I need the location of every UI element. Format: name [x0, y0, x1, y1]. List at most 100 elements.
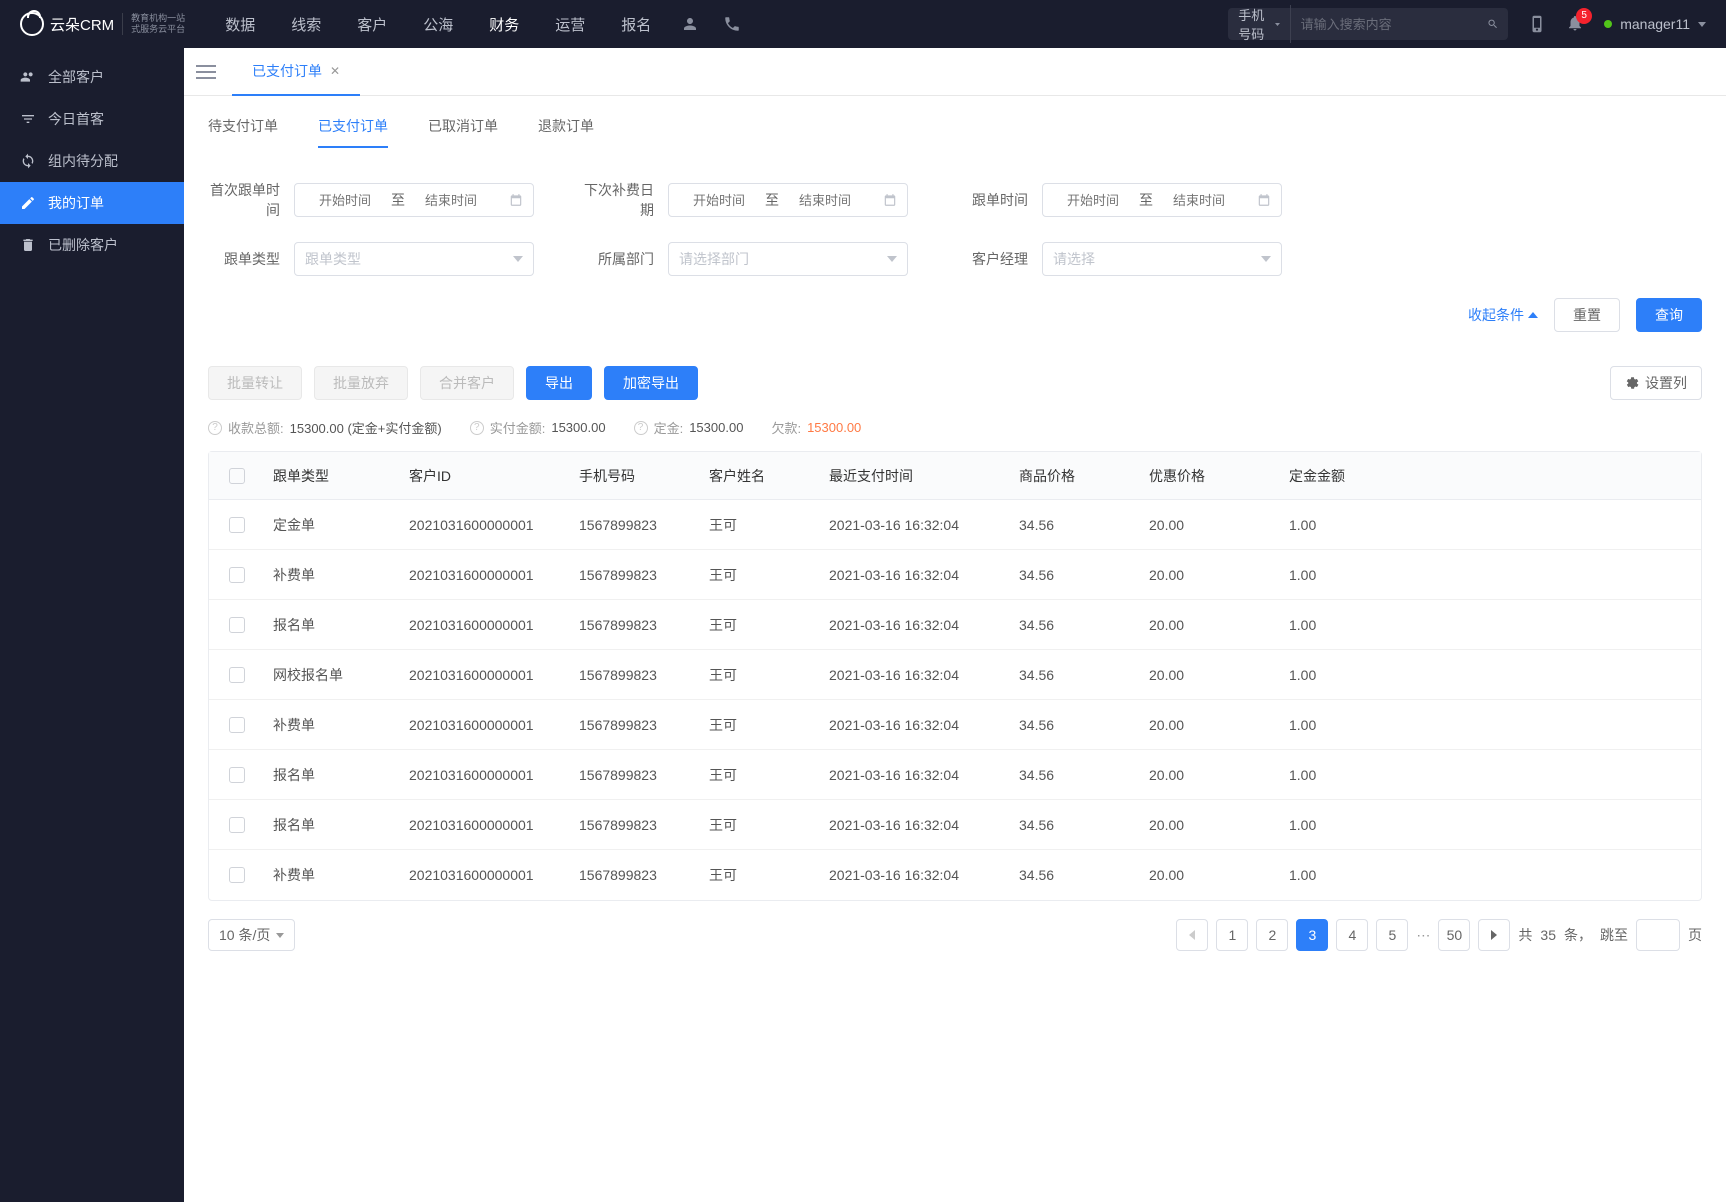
end-date-input[interactable]	[411, 193, 491, 208]
prev-page-button[interactable]	[1176, 919, 1208, 951]
row-checkbox[interactable]	[229, 717, 245, 733]
nav-item[interactable]: 数据	[225, 14, 255, 35]
jump-page-input[interactable]	[1636, 919, 1680, 951]
table-row[interactable]: 报名单20210316000000011567899823王可2021-03-1…	[209, 600, 1701, 650]
chevron-down-icon	[1275, 22, 1280, 27]
end-date-input[interactable]	[785, 193, 865, 208]
cell-discount: 20.00	[1141, 817, 1281, 833]
nav-item[interactable]: 运营	[555, 14, 585, 35]
cell-deposit: 1.00	[1281, 717, 1381, 733]
merge-customer-button[interactable]: 合并客户	[420, 366, 514, 400]
dept-select[interactable]: 请选择部门	[668, 242, 908, 276]
batch-abandon-button[interactable]: 批量放弃	[314, 366, 408, 400]
user-menu[interactable]: manager11	[1604, 16, 1706, 32]
page-button[interactable]: 2	[1256, 919, 1288, 951]
tab-label: 已支付订单	[252, 61, 322, 81]
nav-item[interactable]: 公海	[423, 14, 453, 35]
row-checkbox[interactable]	[229, 667, 245, 683]
table-row[interactable]: 报名单20210316000000011567899823王可2021-03-1…	[209, 750, 1701, 800]
subtab[interactable]: 待支付订单	[208, 116, 278, 148]
encrypt-export-button[interactable]: 加密导出	[604, 366, 698, 400]
menu-toggle-icon[interactable]	[196, 65, 216, 79]
cell-customer-id: 2021031600000001	[401, 567, 571, 583]
row-checkbox[interactable]	[229, 517, 245, 533]
user-icon[interactable]	[681, 15, 699, 33]
mobile-icon[interactable]	[1528, 15, 1546, 33]
table-row[interactable]: 补费单20210316000000011567899823王可2021-03-1…	[209, 700, 1701, 750]
cell-phone: 1567899823	[571, 867, 701, 883]
page-size-select[interactable]: 10 条/页	[208, 919, 295, 951]
help-icon[interactable]: ?	[208, 421, 222, 435]
refresh-icon	[20, 153, 36, 169]
nav-item[interactable]: 客户	[357, 14, 387, 35]
batch-transfer-button[interactable]: 批量转让	[208, 366, 302, 400]
row-checkbox[interactable]	[229, 567, 245, 583]
cell-deposit: 1.00	[1281, 767, 1381, 783]
notification-badge: 5	[1576, 8, 1592, 24]
help-icon[interactable]: ?	[634, 421, 648, 435]
select-all-checkbox[interactable]	[229, 468, 245, 484]
tab-paid-orders[interactable]: 已支付订单 ✕	[232, 48, 360, 96]
row-checkbox[interactable]	[229, 817, 245, 833]
subtab[interactable]: 退款订单	[538, 116, 594, 148]
table-row[interactable]: 补费单20210316000000011567899823王可2021-03-1…	[209, 550, 1701, 600]
start-date-input[interactable]	[679, 193, 759, 208]
table-row[interactable]: 网校报名单20210316000000011567899823王可2021-03…	[209, 650, 1701, 700]
page-button[interactable]: 3	[1296, 919, 1328, 951]
search-input[interactable]	[1291, 17, 1487, 32]
cell-name: 王可	[701, 515, 821, 535]
table-row[interactable]: 定金单20210316000000011567899823王可2021-03-1…	[209, 500, 1701, 550]
logo[interactable]: 云朵CRM 教育机构一站 式服务云平台	[20, 12, 185, 36]
sidebar-item[interactable]: 今日首客	[0, 98, 184, 140]
phone-icon[interactable]	[723, 15, 741, 33]
summary-value: 15300.00	[689, 420, 743, 435]
user-name: manager11	[1620, 16, 1690, 32]
next-page-button[interactable]	[1478, 919, 1510, 951]
start-date-input[interactable]	[1053, 193, 1133, 208]
start-date-input[interactable]	[305, 193, 385, 208]
search-icon[interactable]	[1487, 15, 1499, 33]
chevron-down-icon	[1261, 256, 1271, 262]
page-button[interactable]: 50	[1438, 919, 1470, 951]
subtab[interactable]: 已支付订单	[318, 116, 388, 148]
sidebar-item-label: 今日首客	[48, 109, 104, 129]
row-checkbox[interactable]	[229, 867, 245, 883]
sidebar-item[interactable]: 已删除客户	[0, 224, 184, 266]
close-icon[interactable]: ✕	[330, 64, 340, 78]
table-row[interactable]: 补费单20210316000000011567899823王可2021-03-1…	[209, 850, 1701, 900]
export-button[interactable]: 导出	[526, 366, 592, 400]
nav-item[interactable]: 线索	[291, 14, 321, 35]
row-checkbox[interactable]	[229, 767, 245, 783]
cell-customer-id: 2021031600000001	[401, 517, 571, 533]
search-type-select[interactable]: 手机号码	[1238, 5, 1290, 43]
nav-item[interactable]: 财务	[489, 14, 519, 35]
row-checkbox[interactable]	[229, 617, 245, 633]
page-button[interactable]: 1	[1216, 919, 1248, 951]
table-row[interactable]: 报名单20210316000000011567899823王可2021-03-1…	[209, 800, 1701, 850]
column-settings-button[interactable]: 设置列	[1610, 366, 1702, 400]
follow-type-select[interactable]: 跟单类型	[294, 242, 534, 276]
page-button[interactable]: 4	[1336, 919, 1368, 951]
sidebar-item[interactable]: 全部客户	[0, 56, 184, 98]
notifications[interactable]: 5	[1566, 14, 1584, 35]
query-button[interactable]: 查询	[1636, 298, 1702, 332]
page-button[interactable]: 5	[1376, 919, 1408, 951]
cell-deposit: 1.00	[1281, 617, 1381, 633]
manager-select[interactable]: 请选择	[1042, 242, 1282, 276]
reset-button[interactable]: 重置	[1554, 298, 1620, 332]
subtabs: 待支付订单 已支付订单 已取消订单 退款订单	[208, 96, 1702, 156]
subtab[interactable]: 已取消订单	[428, 116, 498, 148]
sidebar-item[interactable]: 我的订单	[0, 182, 184, 224]
nav-item[interactable]: 报名	[621, 14, 651, 35]
next-renew-date-range[interactable]: 至	[668, 183, 908, 217]
collapse-filters-link[interactable]: 收起条件	[1468, 305, 1538, 325]
sidebar-item-label: 组内待分配	[48, 151, 118, 171]
calendar-icon	[509, 193, 523, 207]
cell-customer-id: 2021031600000001	[401, 717, 571, 733]
first-follow-date-range[interactable]: 至	[294, 183, 534, 217]
sidebar-item[interactable]: 组内待分配	[0, 140, 184, 182]
follow-time-date-range[interactable]: 至	[1042, 183, 1282, 217]
end-date-input[interactable]	[1159, 193, 1239, 208]
help-icon[interactable]: ?	[470, 421, 484, 435]
chevron-down-icon	[1698, 22, 1706, 27]
